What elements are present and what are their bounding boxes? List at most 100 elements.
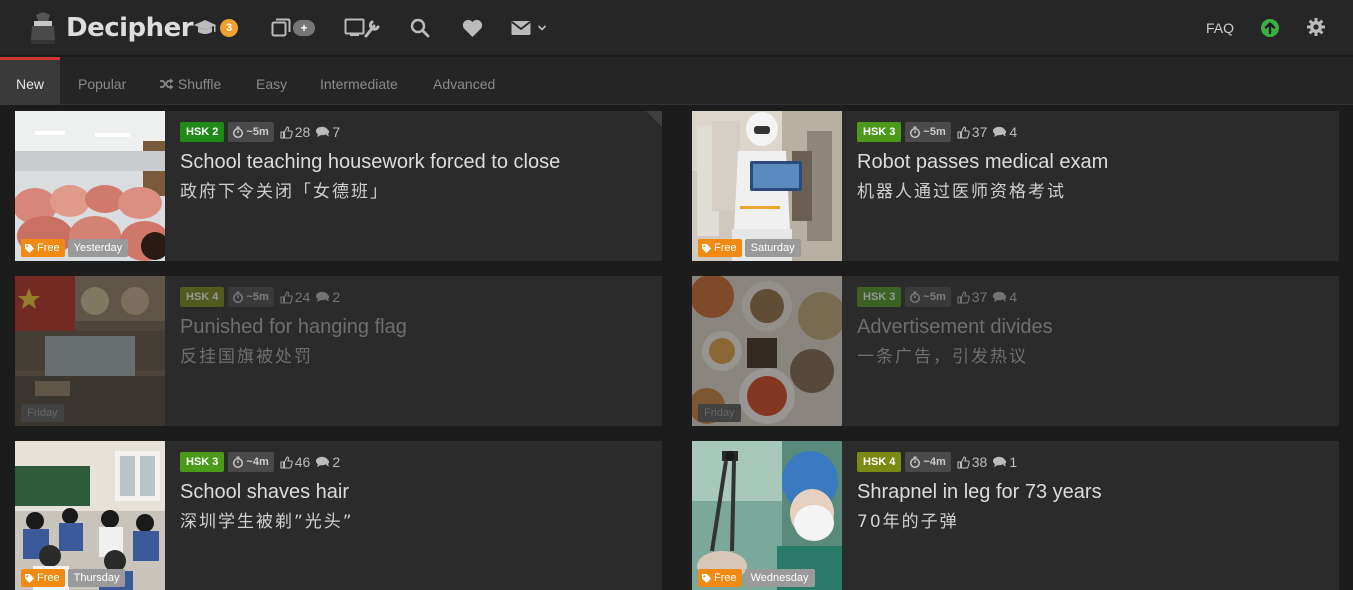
tab-shuffle[interactable]: Shuffle xyxy=(144,57,237,105)
article-meta: HSK 3 ~5m 37 4 xyxy=(857,122,1017,142)
flashcards-button[interactable]: + xyxy=(271,14,315,42)
article-card[interactable]: Free Thursday HSK 3 ~4m 46 2 School shav… xyxy=(15,441,662,590)
messages-dropdown[interactable] xyxy=(511,14,547,42)
courses-button[interactable]: 3 xyxy=(193,14,238,42)
free-tag: Free xyxy=(21,239,65,257)
chevron-down-icon xyxy=(537,25,547,31)
likes-count: 28 xyxy=(280,124,310,140)
article-thumbnail: Friday xyxy=(692,276,842,426)
comments-count: 4 xyxy=(993,124,1017,140)
comments-icon xyxy=(316,291,330,302)
article-meta: HSK 3 ~5m 37 4 xyxy=(857,287,1017,307)
article-chinese-title: 一条广告，引发热议 xyxy=(857,347,1028,367)
article-title: Punished for hanging flag xyxy=(180,316,407,338)
top-navbar: Decipher 3 + FAQ xyxy=(0,0,1353,56)
article-meta: HSK 4 ~5m 24 2 xyxy=(180,287,340,307)
logo-text: Decipher xyxy=(66,13,194,43)
tab-label: Intermediate xyxy=(320,76,398,92)
article-title: School teaching housework forced to clos… xyxy=(180,151,561,173)
tag-icon xyxy=(702,573,711,583)
logo[interactable]: Decipher xyxy=(28,10,194,46)
thumbs-up-icon xyxy=(957,125,970,139)
article-chinese-title: 政府下令关闭「女德班」 xyxy=(180,182,389,202)
tab-label: Shuffle xyxy=(177,76,222,92)
thumbnail-tags: Friday xyxy=(698,404,741,422)
comments-icon xyxy=(993,291,1007,302)
tag-icon xyxy=(702,243,711,253)
comments-count: 7 xyxy=(316,124,340,140)
reading-time-badge: ~5m xyxy=(905,287,951,307)
comments-count: 2 xyxy=(316,289,340,305)
faq-link[interactable]: FAQ xyxy=(1206,20,1234,36)
search-button[interactable] xyxy=(410,14,430,42)
article-meta: HSK 3 ~4m 46 2 xyxy=(180,452,340,472)
article-thumbnail: Free Thursday xyxy=(15,441,165,590)
tab-easy[interactable]: Easy xyxy=(240,57,303,105)
comments-icon xyxy=(993,456,1007,467)
thumbnail-tags: Friday xyxy=(21,404,64,422)
settings-button[interactable] xyxy=(1307,18,1325,41)
tools-button[interactable] xyxy=(344,14,380,42)
thumbs-up-icon xyxy=(280,290,293,304)
hsk-level-badge: HSK 4 xyxy=(857,452,902,472)
likes-count: 46 xyxy=(280,454,310,470)
free-tag: Free xyxy=(21,569,65,587)
tab-label: Easy xyxy=(256,76,288,92)
comments-count: 4 xyxy=(993,289,1017,305)
reading-time-badge: ~5m xyxy=(228,287,274,307)
thumbs-up-icon xyxy=(280,455,293,469)
thumbnail-tags: Free Thursday xyxy=(21,569,126,587)
thumbnail-tags: Free Yesterday xyxy=(21,239,129,257)
tab-new[interactable]: New xyxy=(0,57,60,105)
tab-label: New xyxy=(15,76,44,92)
date-tag: Thursday xyxy=(67,569,126,587)
comments-count: 2 xyxy=(316,454,340,470)
comments-icon xyxy=(316,126,330,137)
likes-count: 38 xyxy=(957,454,987,470)
tab-label: Popular xyxy=(78,76,127,92)
thumbs-up-icon xyxy=(280,125,293,139)
likes-count: 37 xyxy=(957,289,987,305)
article-card[interactable]: Free Saturday HSK 3 ~5m 37 4 Robot passe… xyxy=(692,111,1339,261)
thumbnail-tags: Free Wednesday xyxy=(698,569,815,587)
comments-icon xyxy=(316,456,330,467)
article-card[interactable]: Friday HSK 4 ~5m 24 2 Punished for hangi… xyxy=(15,276,662,426)
article-title: School shaves hair xyxy=(180,481,349,503)
comments-count: 1 xyxy=(993,454,1017,470)
envelope-icon xyxy=(511,21,531,35)
upload-button[interactable] xyxy=(1261,19,1279,42)
reading-time-badge: ~4m xyxy=(905,452,951,472)
stopwatch-icon xyxy=(233,126,244,138)
article-title: Robot passes medical exam xyxy=(857,151,1109,173)
reading-time-badge: ~4m xyxy=(228,452,274,472)
article-title: Advertisement divides xyxy=(857,316,1053,338)
courses-count-badge: 3 xyxy=(220,19,238,37)
hsk-level-badge: HSK 4 xyxy=(180,287,225,307)
article-chinese-title: 机器人通过医师资格考试 xyxy=(857,182,1066,202)
stopwatch-icon xyxy=(910,456,921,468)
article-card[interactable]: Free Wednesday HSK 4 ~4m 38 1 Shrapnel i… xyxy=(692,441,1339,590)
logo-icon xyxy=(28,11,58,45)
search-icon xyxy=(410,18,430,38)
tab-popular[interactable]: Popular xyxy=(62,57,142,105)
article-chinese-title: 70年的子弹 xyxy=(857,512,959,532)
thumbnail-tags: Free Saturday xyxy=(698,239,801,257)
hsk-level-badge: HSK 3 xyxy=(857,122,902,142)
article-thumbnail: Free Saturday xyxy=(692,111,842,261)
favorites-button[interactable] xyxy=(462,14,483,42)
tab-intermediate[interactable]: Intermediate xyxy=(304,57,414,105)
free-tag: Free xyxy=(698,569,742,587)
stopwatch-icon xyxy=(233,291,244,303)
date-tag: Wednesday xyxy=(744,569,815,587)
hsk-level-badge: HSK 3 xyxy=(857,287,902,307)
date-tag: Friday xyxy=(21,404,64,422)
screen-wrench-icon xyxy=(344,18,380,38)
article-thumbnail: Friday xyxy=(15,276,165,426)
article-chinese-title: 深圳学生被剃”光头” xyxy=(180,512,354,532)
tab-advanced[interactable]: Advanced xyxy=(417,57,511,105)
stopwatch-icon xyxy=(233,456,244,468)
tag-icon xyxy=(25,573,34,583)
article-card[interactable]: Friday HSK 3 ~5m 37 4 Advertisement divi… xyxy=(692,276,1339,426)
article-card[interactable]: Free Yesterday HSK 2 ~5m 28 7 School tea… xyxy=(15,111,662,261)
heart-icon xyxy=(462,19,483,37)
